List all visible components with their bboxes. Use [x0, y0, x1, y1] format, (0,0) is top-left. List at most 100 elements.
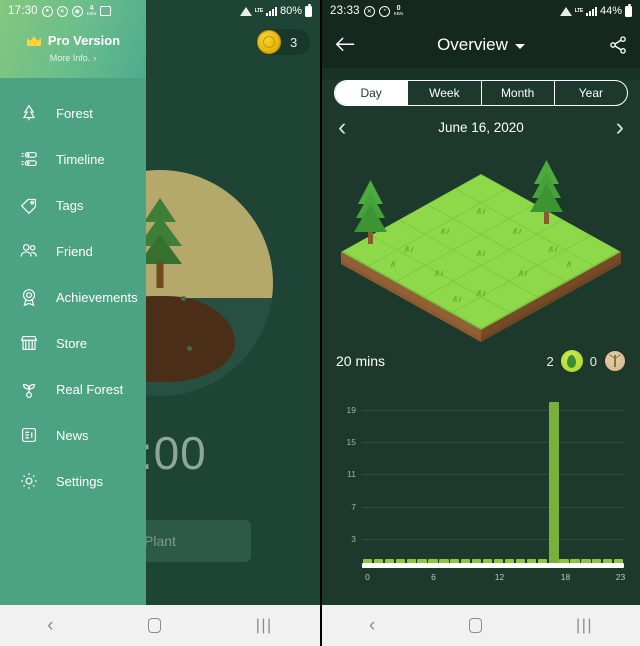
sidebar-item-tags[interactable]: Tags	[0, 182, 146, 228]
sidebar-item-real-forest[interactable]: Real Forest	[0, 366, 146, 412]
coin-icon	[257, 30, 281, 54]
alarm-icon: ◔	[378, 5, 390, 17]
pro-version-row: Pro Version	[26, 33, 120, 48]
mute-icon: ✕	[363, 5, 375, 17]
status-left-group: 23:33 ✕ ◔ 0 KB/s	[330, 5, 403, 17]
more-info-label: More Info.	[49, 53, 91, 63]
tab-week[interactable]: Week	[408, 81, 482, 105]
status-time: 17:30	[8, 5, 38, 17]
sidebar-item-news[interactable]: News	[0, 412, 146, 458]
sidebar-item-friend[interactable]: Friend	[0, 228, 146, 274]
pro-version-label: Pro Version	[47, 33, 121, 48]
sidebar-item-forest[interactable]: Forest	[0, 90, 146, 136]
recents-icon[interactable]: |||	[576, 617, 593, 635]
tab-month[interactable]: Month	[482, 81, 555, 105]
sidebar-item-label: Tags	[56, 197, 84, 213]
download-speed-icon: 4 KB/s	[86, 5, 97, 17]
signal-icon	[265, 6, 277, 16]
sidebar-item-label: Real Forest	[56, 381, 124, 397]
sidebar-item-label: Friend	[56, 243, 93, 259]
sidebar-item-achievements[interactable]: Achievements	[0, 274, 146, 320]
x-axis-tick-label: 18	[560, 572, 571, 582]
battery-percent: 44%	[599, 5, 622, 17]
back-arrow-icon[interactable]	[334, 36, 356, 54]
chevron-down-icon[interactable]	[514, 44, 525, 49]
overview-header: Overview	[322, 22, 640, 68]
sidebar-item-label: Achievements	[56, 289, 138, 305]
x-axis-tick-label: 0	[365, 572, 370, 582]
battery-icon	[625, 4, 632, 17]
tab-year[interactable]: Year	[555, 81, 627, 105]
y-axis-tick-label: 3	[351, 533, 356, 544]
right-android-nav-bar: ‹ |||	[322, 605, 640, 646]
y-axis-tick-label: 11	[347, 469, 356, 480]
sidebar-item-label: Settings	[56, 473, 103, 489]
overview-title-group: Overview	[322, 35, 640, 55]
status-left-group: 17:30 ● ✕ ◉ 4 KB/s	[8, 5, 112, 17]
sidebar-item-label: Timeline	[56, 151, 105, 167]
lte-icon: LTE	[254, 7, 263, 14]
lte-icon: LTE	[574, 7, 583, 14]
chevron-right-icon[interactable]: ›	[608, 114, 632, 140]
y-axis-tick-label: 7	[351, 501, 356, 512]
total-focus-time: 20 mins	[336, 353, 386, 369]
right-phone-screen: 23:33 ✕ ◔ 0 KB/s LTE 44% Overview Day We…	[320, 0, 640, 646]
back-icon[interactable]: ‹	[369, 615, 375, 637]
power-saving-icon: ◉	[71, 5, 83, 17]
back-icon[interactable]: ‹	[47, 615, 53, 637]
share-icon[interactable]	[608, 35, 628, 55]
sidebar-item-store[interactable]: Store	[0, 320, 146, 366]
y-axis-tick-label: 19	[346, 405, 356, 416]
x-axis-tick-label: 23	[615, 572, 626, 582]
recents-icon[interactable]: |||	[256, 617, 273, 635]
period-segmented-control: Day Week Month Year	[334, 80, 628, 106]
medal-icon	[18, 286, 40, 308]
sidebar-item-timeline[interactable]: Timeline	[0, 136, 146, 182]
status-right-group: LTE 44%	[559, 4, 632, 17]
tab-day[interactable]: Day	[335, 81, 409, 105]
coin-count: 3	[290, 34, 298, 50]
grid-line	[362, 506, 624, 508]
photo-icon	[100, 6, 112, 16]
tag-icon	[18, 194, 40, 216]
sidebar-item-label: Forest	[56, 105, 93, 121]
dual-screenshot: 3 stayed focused mins today. 0:00 Plant …	[0, 0, 640, 646]
left-android-nav-bar: ‹ |||	[0, 605, 320, 646]
grid-line	[362, 410, 624, 412]
sidebar-item-label: News	[56, 427, 89, 443]
dead-tree-count: 0	[589, 353, 597, 369]
isometric-island-svg	[341, 160, 621, 342]
crown-icon	[26, 35, 42, 47]
store-icon	[18, 332, 40, 354]
right-status-bar: 23:33 ✕ ◔ 0 KB/s LTE 44%	[322, 0, 640, 22]
home-icon[interactable]	[148, 618, 162, 633]
wifi-icon	[239, 6, 252, 16]
left-phone-screen: 3 stayed focused mins today. 0:00 Plant …	[0, 0, 320, 646]
current-date-label: June 16, 2020	[438, 119, 524, 135]
chevron-right-icon: ›	[93, 53, 97, 63]
navigation-drawer: Pro Version More Info. › Forest Timeline…	[0, 0, 146, 646]
battery-icon	[305, 4, 312, 17]
home-icon[interactable]	[469, 618, 483, 633]
tree-counters: 2 0	[547, 350, 626, 372]
x-axis-tick-label: 6	[431, 572, 436, 582]
chevron-left-icon[interactable]: ‹	[330, 114, 354, 140]
x-axis-tick-label: 12	[494, 572, 505, 582]
more-info-link[interactable]: More Info. ›	[50, 53, 97, 63]
date-navigation: ‹ June 16, 2020 ›	[330, 110, 632, 144]
download-speed-icon: 0 KB/s	[393, 5, 404, 17]
left-status-bar: 17:30 ● ✕ ◉ 4 KB/s LTE 80%	[0, 0, 320, 22]
forest-plot-illustration[interactable]	[322, 144, 640, 342]
battery-percent: 80%	[279, 5, 302, 17]
overview-body: Day Week Month Year ‹ June 16, 2020 › 20…	[322, 80, 640, 617]
sidebar-item-settings[interactable]: Settings	[0, 458, 146, 504]
decoration-dot	[187, 346, 192, 351]
grid-line	[362, 538, 624, 540]
message-icon: ●	[41, 5, 53, 17]
bar	[549, 402, 560, 563]
sprout-icon	[18, 378, 40, 400]
coin-pill[interactable]: 3	[256, 29, 310, 55]
mute-icon: ✕	[56, 5, 68, 17]
status-right-group: LTE 80%	[239, 4, 312, 17]
page-title: Overview	[437, 35, 508, 54]
